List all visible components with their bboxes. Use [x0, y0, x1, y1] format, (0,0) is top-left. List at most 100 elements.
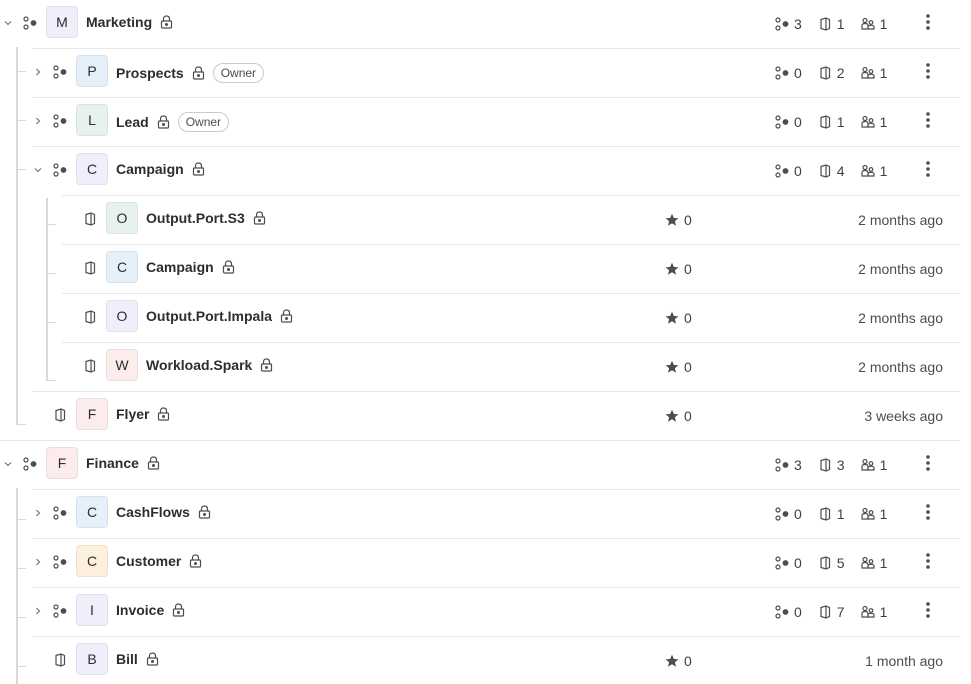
subdomain-count-value: 0: [794, 555, 802, 571]
chevron-right-icon[interactable]: [33, 557, 43, 567]
star-count[interactable]: 0: [665, 212, 692, 228]
data-product-row[interactable]: C Campaign 0 2 months ago: [0, 245, 960, 294]
domain-name-link[interactable]: Campaign: [116, 161, 184, 177]
data-product-count-value: 7: [836, 604, 845, 620]
lock-icon: [260, 358, 273, 372]
avatar: C: [106, 251, 138, 283]
domain-name-link[interactable]: CashFlows: [116, 504, 190, 520]
data-product-name-link[interactable]: Output.Port.S3: [146, 210, 245, 226]
more-options-button[interactable]: [920, 61, 936, 81]
avatar: P: [76, 55, 108, 87]
data-product-name-link[interactable]: Campaign: [146, 259, 214, 275]
more-options-button[interactable]: [920, 551, 936, 571]
owner-count-value: 1: [879, 16, 888, 32]
subdomain-count-value: 3: [794, 457, 802, 473]
name-group: Flyer: [116, 406, 170, 422]
name-group: Campaign: [146, 259, 235, 275]
star-count[interactable]: 0: [665, 310, 692, 326]
lock-icon: [189, 554, 202, 568]
domain-row[interactable]: C CashFlows 0 1 1: [0, 490, 960, 539]
avatar-initial: C: [86, 504, 98, 520]
subdomain-icon: [52, 505, 68, 521]
avatar: C: [76, 153, 108, 185]
avatar-initial: C: [116, 259, 128, 275]
more-options-button[interactable]: [920, 453, 936, 473]
chevron-right-icon[interactable]: [33, 606, 43, 616]
name-group: CashFlows: [116, 504, 211, 520]
data-product-row[interactable]: O Output.Port.Impala 0 2 months ago: [0, 294, 960, 343]
domain-name-link[interactable]: Finance: [86, 455, 139, 471]
more-options-button[interactable]: [920, 12, 936, 32]
data-product-count: 1: [818, 16, 845, 32]
more-options-button[interactable]: [920, 110, 936, 130]
owner-count: 1: [860, 16, 888, 32]
data-product-row[interactable]: W Workload.Spark 0 2 months ago: [0, 343, 960, 392]
last-updated: 2 months ago: [858, 359, 943, 375]
subdomain-count: 3: [775, 16, 802, 32]
domain-name-link[interactable]: Prospects: [116, 65, 184, 81]
owner-count: 1: [860, 65, 887, 81]
owner-count: 1: [860, 555, 887, 571]
last-updated: 2 months ago: [858, 310, 943, 326]
data-product-name-link[interactable]: Bill: [116, 651, 138, 667]
domain-row[interactable]: F Finance 3 3 1: [0, 441, 960, 490]
data-product-row[interactable]: O Output.Port.S3 0 2 months ago: [0, 196, 960, 245]
data-product-count-value: 4: [836, 163, 845, 179]
avatar-initial: C: [86, 553, 98, 569]
star-count[interactable]: 0: [665, 261, 692, 277]
subdomain-count-value: 3: [794, 16, 802, 32]
more-options-button[interactable]: [920, 159, 936, 179]
avatar: F: [46, 447, 78, 479]
avatar-initial: M: [56, 14, 68, 30]
avatar: F: [76, 398, 108, 430]
lock-icon: [192, 162, 205, 176]
domain-name-link[interactable]: Customer: [116, 553, 181, 569]
chevron-down-icon[interactable]: [33, 165, 43, 175]
star-count[interactable]: 0: [665, 408, 692, 424]
data-product-count-value: 2: [836, 65, 845, 81]
domain-row[interactable]: M Marketing 3 1 1: [0, 0, 960, 49]
data-product-icon: [82, 358, 98, 374]
domain-name-link[interactable]: Marketing: [86, 14, 152, 30]
domain-row[interactable]: I Invoice 0 7 1: [0, 588, 960, 637]
lock-icon: [157, 407, 170, 421]
name-group: Invoice: [116, 602, 185, 618]
domain-row[interactable]: C Campaign 0 4 1: [0, 147, 960, 196]
data-product-row[interactable]: F Flyer 0 3 weeks ago: [0, 392, 960, 441]
owner-count-value: 1: [879, 163, 888, 179]
owner-count-value: 1: [879, 604, 888, 620]
lock-icon: [280, 309, 293, 323]
more-options-button[interactable]: [920, 502, 936, 522]
domain-name-link[interactable]: Lead: [116, 114, 149, 130]
data-product-name-link[interactable]: Output.Port.Impala: [146, 308, 272, 324]
owner-count-value: 1: [879, 457, 888, 473]
domain-stats: 0 1 1: [775, 114, 887, 130]
domain-row[interactable]: P Prospects Owner 0 2 1: [0, 49, 960, 98]
avatar-initial: B: [87, 651, 97, 667]
chevron-right-icon[interactable]: [33, 116, 43, 126]
chevron-down-icon[interactable]: [3, 18, 13, 28]
data-product-count: 5: [818, 555, 845, 571]
owner-count: 1: [860, 457, 888, 473]
chevron-right-icon[interactable]: [33, 508, 43, 518]
chevron-down-icon[interactable]: [3, 459, 13, 469]
domain-row[interactable]: C Customer 0 5 1: [0, 539, 960, 588]
lock-icon: [253, 211, 266, 225]
lock-icon: [160, 15, 173, 29]
avatar-initial: L: [88, 112, 96, 128]
more-options-button[interactable]: [920, 600, 936, 620]
subdomain-icon: [52, 64, 68, 80]
domain-row[interactable]: L Lead Owner 0 1 1: [0, 98, 960, 147]
data-product-name-link[interactable]: Workload.Spark: [146, 357, 252, 373]
data-product-name-link[interactable]: Flyer: [116, 406, 149, 422]
data-product-row[interactable]: B Bill 0 1 month ago: [0, 637, 960, 684]
data-product-count: 4: [818, 163, 845, 179]
domain-stats: 3 3 1: [775, 457, 887, 473]
name-group: Campaign: [116, 161, 205, 177]
chevron-right-icon[interactable]: [33, 67, 43, 77]
data-product-count: 1: [818, 114, 845, 130]
domain-name-link[interactable]: Invoice: [116, 602, 164, 618]
star-count[interactable]: 0: [665, 653, 692, 669]
star-count[interactable]: 0: [665, 359, 692, 375]
name-group: Bill: [116, 651, 159, 667]
